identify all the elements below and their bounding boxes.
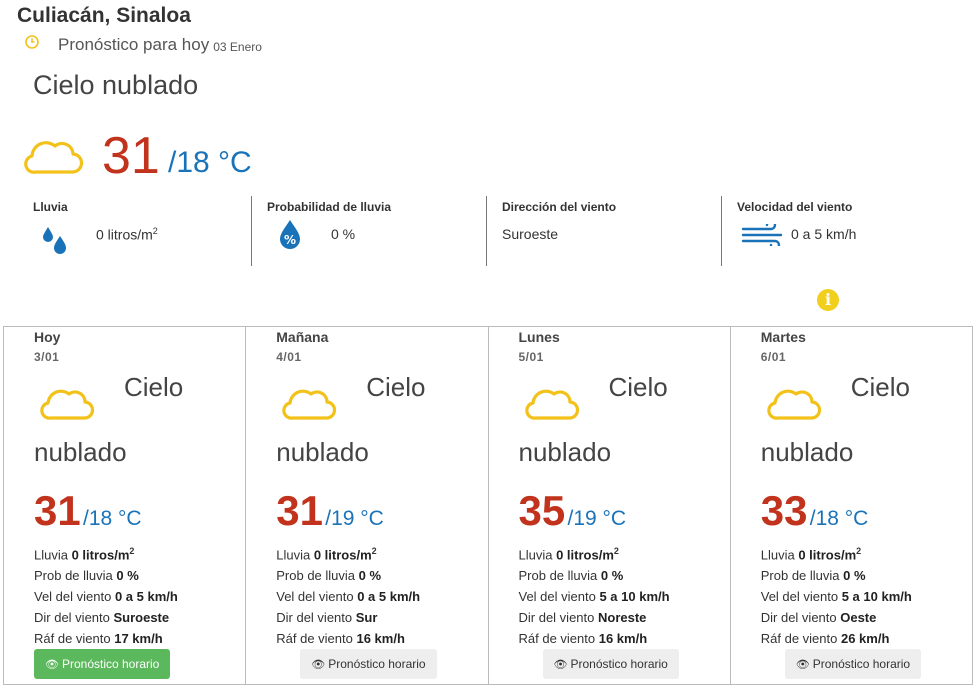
condition-line2: nublado	[760, 437, 854, 467]
detail-wind-speed: Vel del viento 0 a 5 km/h	[34, 588, 178, 604]
forecast-card-day-3: Martes 6/01 Cielo nublado 33 /18 °C Lluv…	[731, 327, 972, 684]
stat-rain-probability: Probabilidad de lluvia % 0 %	[267, 196, 477, 266]
svg-text:%: %	[284, 233, 296, 247]
detail-gust: Ráf de viento 16 km/h	[518, 630, 648, 646]
day-date: 4/01	[276, 350, 302, 364]
detail-wind-dir: Dir del viento Noreste	[518, 609, 647, 625]
detail-prob: Prob de lluvia 0 %	[518, 568, 624, 584]
day-details: Lluvia 0 litros/m2 Prob de lluvia 0 % Ve…	[519, 541, 670, 649]
day-name: Martes	[760, 329, 806, 345]
condition-line2: nublado	[276, 437, 369, 467]
cloud-icon	[280, 383, 338, 428]
forecast-card-day-1: Mañana 4/01 Cielo nublado 31 /19 °C Lluv…	[246, 327, 489, 684]
stat-wind-speed-value: 0 a 5 km/h	[791, 226, 857, 242]
day-date: 5/01	[518, 350, 544, 364]
temp-max: 35	[518, 487, 566, 534]
stat-rain-label: Lluvia	[33, 200, 68, 214]
temp-max: 33	[760, 487, 808, 534]
hourly-forecast-button[interactable]: 👁 Pronóstico horario	[300, 649, 437, 679]
cloud-icon	[765, 383, 823, 428]
detail-prob: Prob de lluvia 0 %	[276, 568, 382, 584]
percent-drop-icon: %	[277, 218, 303, 257]
clock-icon	[24, 34, 40, 55]
detail-rain: Lluvia 0 litros/m2	[518, 546, 619, 563]
cloud-icon	[523, 383, 581, 428]
eye-icon: 👁	[553, 659, 568, 671]
hourly-forecast-button[interactable]: 👁 Pronóstico horario	[784, 649, 922, 679]
divider	[486, 196, 487, 266]
detail-rain: Lluvia 0 litros/m2	[34, 546, 135, 563]
detail-wind-dir: Dir del viento Oeste	[760, 609, 877, 625]
condition-line1: Cielo	[366, 372, 426, 402]
day-details: Lluvia 0 litros/m2 Prob de lluvia 0 % Ve…	[761, 541, 912, 649]
stat-prob-value: 0 %	[331, 226, 356, 242]
rain-drops-icon	[39, 224, 69, 261]
cloud-icon	[22, 134, 84, 183]
detail-gust: Ráf de viento 17 km/h	[34, 630, 163, 646]
detail-gust: Ráf de viento 26 km/h	[760, 630, 890, 646]
day-name: Mañana	[276, 329, 329, 345]
temp-max: 31	[34, 487, 81, 534]
forecast-subtitle-row: Pronóstico para hoy 03 Enero	[24, 34, 262, 55]
condition-line1: Cielo	[850, 372, 910, 402]
detail-gust: Ráf de viento 16 km/h	[276, 630, 405, 646]
forecast-subtitle: Pronóstico para hoy	[58, 34, 210, 54]
eye-icon: 👁	[795, 659, 810, 671]
stat-rain-value: 0 litros/m2	[96, 226, 158, 243]
current-condition: Cielo nublado	[33, 70, 199, 100]
day-details: Lluvia 0 litros/m2 Prob de lluvia 0 % Ve…	[276, 541, 420, 649]
day-date: 3/01	[34, 350, 60, 364]
stat-wind-speed-label: Velocidad del viento	[737, 200, 853, 214]
stat-wind-dir-value: Suroeste	[502, 226, 559, 242]
info-icon[interactable]: i	[817, 289, 839, 311]
forecast-card-day-2: Lunes 5/01 Cielo nublado 35 /19 °C Lluvi…	[489, 327, 731, 684]
hourly-forecast-button[interactable]: 👁 Pronóstico horario	[34, 649, 171, 679]
condition-line1: Cielo	[124, 372, 184, 402]
eye-icon: 👁	[45, 659, 59, 671]
detail-wind-dir: Dir del viento Sur	[276, 609, 378, 625]
forecast-date: 03 Enero	[213, 39, 262, 54]
stat-wind-speed: Velocidad del viento 0 a 5 km/h	[737, 196, 957, 266]
detail-prob: Prob de lluvia 0 %	[34, 568, 139, 584]
temp-min: /19 °C	[567, 507, 627, 530]
today-temp-min: /18 °C	[168, 146, 252, 179]
wind-icon	[741, 219, 785, 251]
stat-prob-label: Probabilidad de lluvia	[267, 200, 392, 214]
day-name: Lunes	[518, 329, 560, 345]
day-date: 6/01	[760, 350, 787, 364]
detail-wind-speed: Vel del viento 5 a 10 km/h	[760, 588, 912, 604]
day-name: Hoy	[34, 329, 61, 345]
divider	[251, 196, 252, 266]
detail-wind-dir: Dir del viento Suroeste	[34, 609, 170, 625]
forecast-cards: Hoy 3/01 Cielo nublado 31 /18 °C Lluvia …	[3, 326, 973, 685]
detail-wind-speed: Vel del viento 0 a 5 km/h	[276, 588, 421, 604]
detail-rain: Lluvia 0 litros/m2	[276, 546, 377, 563]
temp-min: /19 °C	[325, 507, 384, 530]
detail-wind-speed: Vel del viento 5 a 10 km/h	[518, 588, 670, 604]
temp-min: /18 °C	[809, 507, 869, 530]
day-details: Lluvia 0 litros/m2 Prob de lluvia 0 % Ve…	[34, 541, 178, 649]
cloud-icon	[38, 383, 96, 428]
city-title: Culiacán, Sinaloa	[17, 4, 191, 27]
condition-line2: nublado	[34, 437, 127, 467]
eye-icon: 👁	[311, 659, 326, 671]
today-temp-max: 31	[102, 127, 160, 185]
detail-rain: Lluvia 0 litros/m2	[760, 546, 862, 563]
stat-rain: Lluvia 0 litros/m2	[33, 196, 243, 266]
stat-wind-dir-label: Dirección del viento	[502, 200, 617, 214]
detail-prob: Prob de lluvia 0 %	[760, 568, 866, 584]
forecast-card-day-0: Hoy 3/01 Cielo nublado 31 /18 °C Lluvia …	[4, 327, 247, 684]
condition-line2: nublado	[518, 437, 612, 467]
stat-wind-direction: Dirección del viento Suroeste	[502, 196, 712, 266]
temp-min: /18 °C	[83, 507, 142, 530]
temp-max: 31	[276, 487, 323, 534]
condition-line1: Cielo	[608, 372, 668, 402]
divider	[721, 196, 722, 266]
hourly-forecast-button[interactable]: 👁 Pronóstico horario	[542, 649, 679, 679]
